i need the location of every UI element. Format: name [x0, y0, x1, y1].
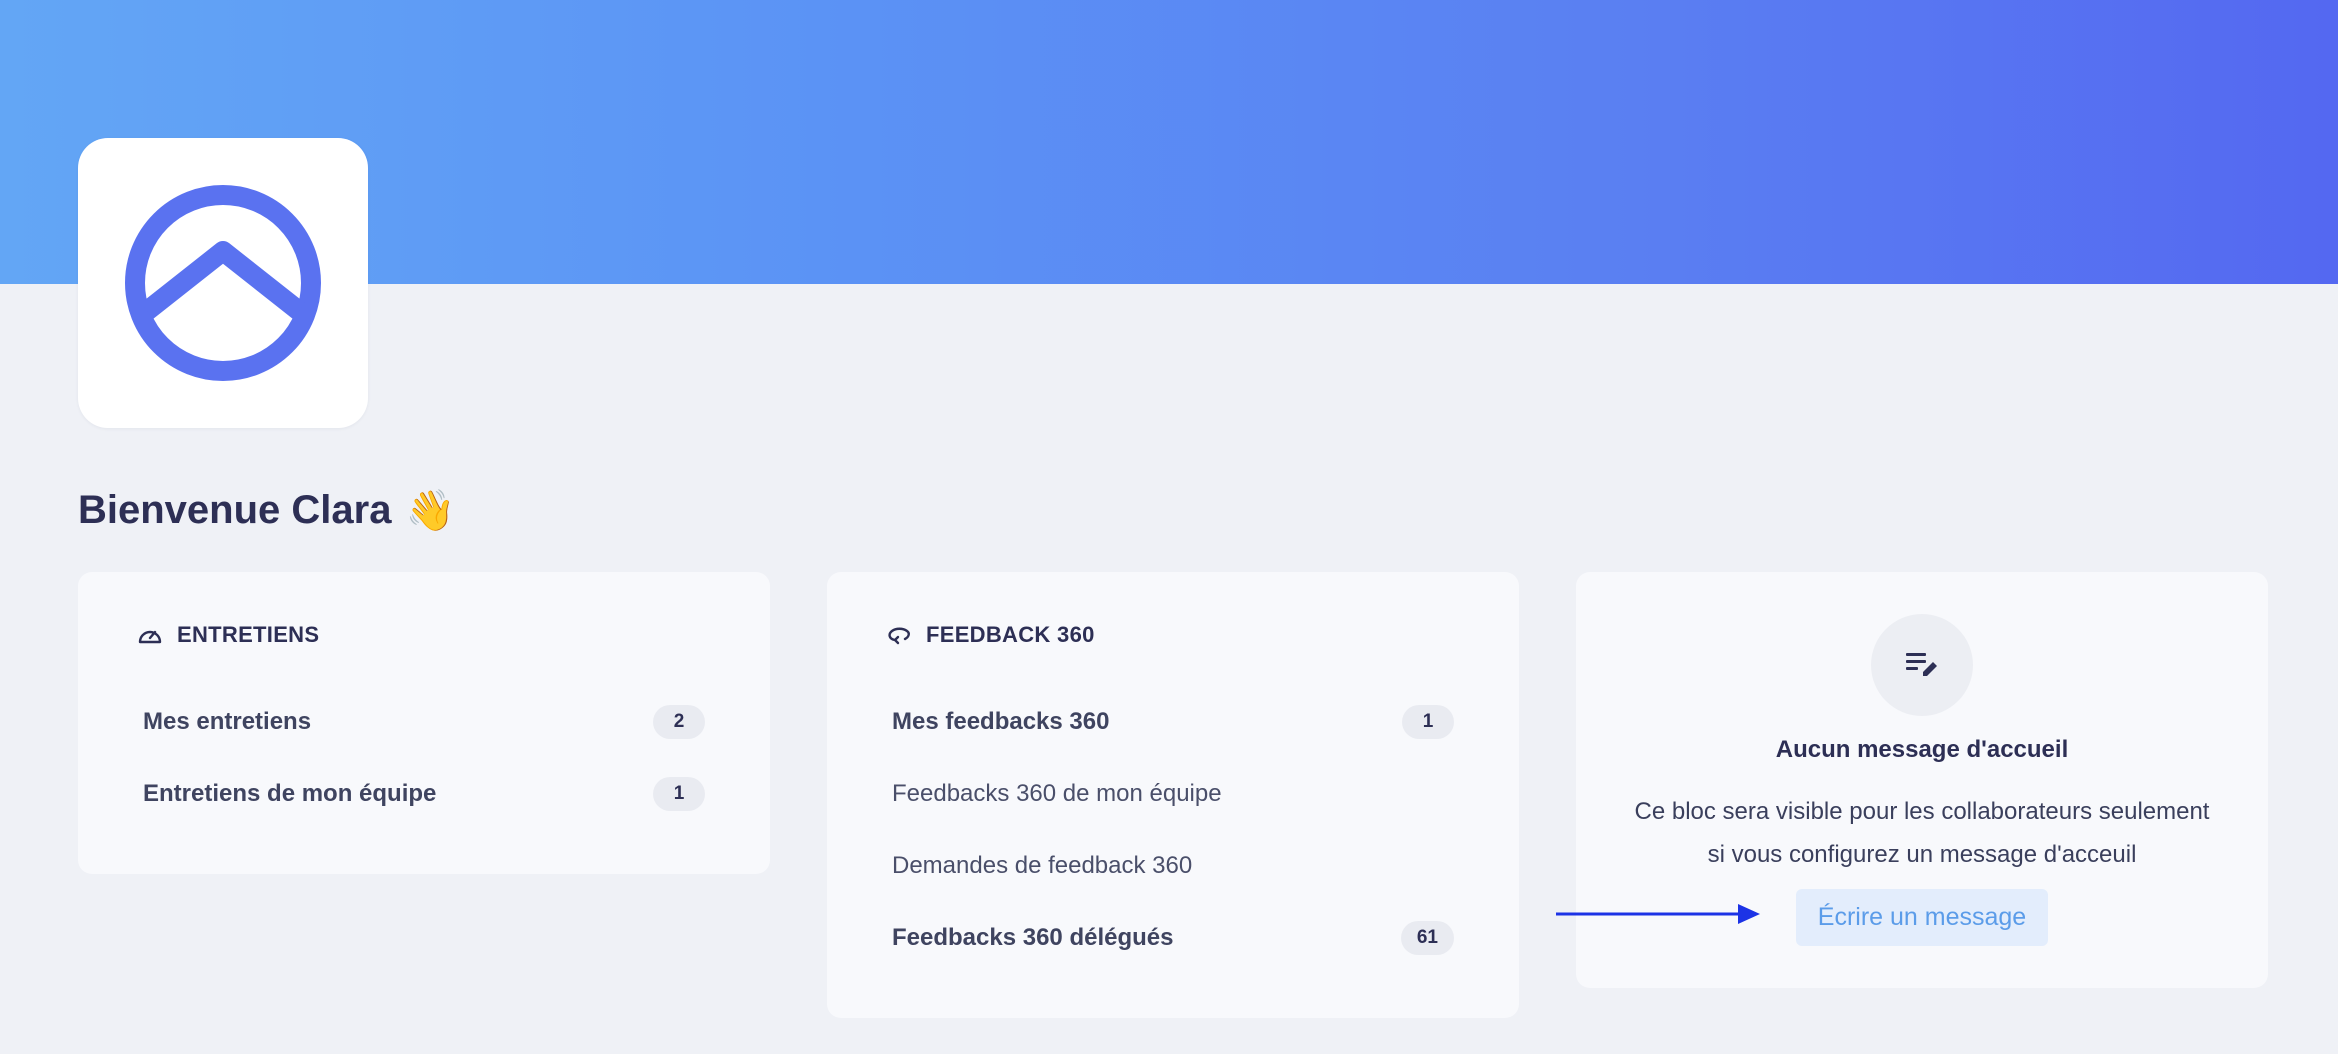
gauge-icon — [138, 630, 162, 644]
count-badge: 2 — [653, 705, 705, 739]
write-message-button[interactable]: Écrire un message — [1796, 889, 2048, 946]
message-description-line-1: Ce bloc sera visible pour les collaborat… — [1634, 798, 2210, 825]
list-item-entretiens-equipe[interactable]: Entretiens de mon équipe 1 — [143, 774, 705, 814]
entretiens-card: ENTRETIENS Mes entretiens 2 Entretiens d… — [78, 572, 770, 874]
feedback-header: FEEDBACK 360 — [886, 622, 1095, 648]
list-item-mes-entretiens[interactable]: Mes entretiens 2 — [143, 702, 705, 742]
list-item-feedbacks-delegues[interactable]: Feedbacks 360 délégués 61 — [892, 918, 1454, 958]
welcome-text: Bienvenue Clara — [78, 488, 392, 532]
welcome-heading: Bienvenue Clara 👋 — [78, 488, 455, 533]
count-badge: 61 — [1400, 921, 1454, 955]
list-item-label: Demandes de feedback 360 — [892, 852, 1193, 879]
feedback-title: FEEDBACK 360 — [926, 622, 1095, 647]
message-description-line-2: si vous configurez un message d'acceuil — [1707, 841, 2137, 868]
count-badge: 1 — [653, 777, 705, 811]
message-title: Aucun message d'accueil — [1775, 736, 2069, 763]
list-item-label: Mes entretiens — [143, 708, 312, 735]
list-item-feedbacks-equipe[interactable]: Feedbacks 360 de mon équipe — [892, 774, 1454, 814]
logo-icon — [125, 185, 321, 381]
message-description: Ce bloc sera visible pour les collaborat… — [1596, 790, 2248, 876]
edit-note-icon — [1871, 614, 1973, 716]
list-item-demandes-feedback[interactable]: Demandes de feedback 360 — [892, 846, 1454, 886]
list-item-label: Feedbacks 360 de mon équipe — [892, 780, 1222, 807]
waving-hand-icon: 👋 — [405, 488, 456, 533]
feedback-card: FEEDBACK 360 Mes feedbacks 360 1 Feedbac… — [827, 572, 1519, 1018]
list-item-label: Entretiens de mon équipe — [143, 780, 437, 807]
list-item-label: Mes feedbacks 360 — [892, 708, 1110, 735]
count-badge: 1 — [1402, 705, 1454, 739]
list-item-mes-feedbacks[interactable]: Mes feedbacks 360 1 — [892, 702, 1454, 742]
entretiens-title: ENTRETIENS — [177, 622, 320, 647]
company-logo — [78, 138, 368, 428]
entretiens-header: ENTRETIENS — [137, 622, 319, 648]
list-item-label: Feedbacks 360 délégués — [892, 924, 1174, 951]
loop-arrow-icon — [888, 627, 910, 645]
annotation-arrow-icon — [1556, 904, 1760, 924]
